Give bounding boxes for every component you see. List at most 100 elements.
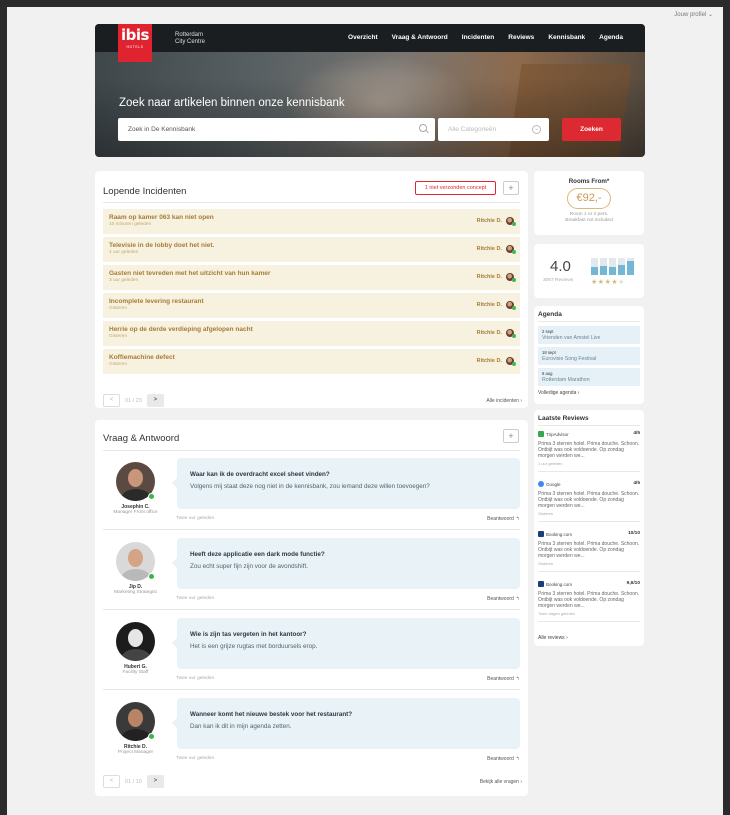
- avatar: [506, 273, 516, 282]
- rating-bar: [600, 258, 607, 275]
- next-page-button[interactable]: >: [146, 775, 164, 788]
- nav-agenda[interactable]: Agenda: [599, 34, 623, 41]
- avatar: [116, 622, 155, 661]
- next-page-button[interactable]: >: [146, 394, 164, 407]
- reviews-card: Laatste Reviews TripAdvisor 4/5 Prima 3 …: [534, 410, 644, 646]
- nav-kennisbank[interactable]: Kennisbank: [548, 34, 585, 41]
- question-bubble[interactable]: Heeft deze applicatie een dark mode func…: [172, 538, 520, 589]
- avatar: [506, 301, 516, 310]
- agenda-card: Agenda 2 sept Vrienden van Amstel Live 1…: [534, 306, 644, 404]
- nav-overzicht[interactable]: Overzicht: [348, 34, 378, 41]
- divider: [538, 425, 640, 426]
- online-status-dot: [148, 573, 155, 580]
- review-count: 3067 Reviews: [543, 278, 574, 283]
- review-item[interactable]: Booking.com 9,6/10 Prima 3 sterren hotel…: [538, 581, 640, 622]
- divider: [103, 202, 520, 203]
- avatar: [506, 245, 516, 254]
- booking-icon: [538, 581, 544, 587]
- reply-icon: ↰: [515, 516, 520, 522]
- app-frame: Jouw profiel ⌄ ibis HOTELS Rotterdam Cit…: [7, 7, 723, 815]
- room-price: €92,-: [567, 188, 611, 209]
- question-bubble[interactable]: Waar kan ik de overdracht excel sheet vi…: [172, 458, 520, 509]
- ibis-logo[interactable]: ibis HOTELS: [118, 24, 152, 62]
- review-item[interactable]: TripAdvisor 4/5 Prima 3 sterren hotel. P…: [538, 431, 640, 472]
- avatar: [506, 357, 516, 366]
- qa-title: Vraag & Antwoord: [103, 433, 180, 444]
- question-item: Ritchie D. Project Manager Wanneer komt …: [95, 696, 528, 776]
- nav-incidenten[interactable]: Incidenten: [462, 34, 495, 41]
- search-button[interactable]: Zoeken: [562, 118, 621, 141]
- full-agenda-link[interactable]: Volledige agenda ›: [538, 390, 579, 396]
- chevron-down-icon: ⌄: [532, 125, 541, 134]
- star-icon: ★: [597, 279, 605, 286]
- divider: [538, 570, 640, 572]
- question-item: Jip D. Marketing Strategist Heeft deze a…: [95, 536, 528, 616]
- star-icon: ★: [618, 279, 625, 286]
- hotel-name: Rotterdam City Centre: [175, 32, 206, 45]
- incidents-title: Lopende Incidenten: [103, 186, 187, 197]
- divider: [538, 520, 640, 522]
- question-bubble[interactable]: Wanneer komt het nieuwe bestek voor het …: [172, 698, 520, 749]
- divider: [538, 620, 640, 622]
- add-incident-button[interactable]: +: [503, 181, 519, 195]
- all-reviews-link[interactable]: Alle reviews ›: [538, 635, 568, 641]
- reply-icon: ↰: [515, 596, 520, 602]
- qa-pager: < 01 / 10 >: [103, 775, 164, 788]
- hero-banner: ibis HOTELS Rotterdam City Centre Overzi…: [95, 24, 645, 157]
- review-item[interactable]: Google 4/5 Prima 3 sterren hotel. Prima …: [538, 481, 640, 522]
- search-icon: [419, 124, 427, 132]
- question-bubble[interactable]: Wie is zijn tas vergeten in het kantoor?…: [172, 618, 520, 669]
- add-question-button[interactable]: +: [503, 429, 519, 443]
- incident-item[interactable]: Koffiemachine defect Gisteren Ritchie D.: [103, 349, 520, 374]
- profile-link[interactable]: Jouw profiel ⌄: [674, 11, 713, 18]
- chevron-down-icon: ⌄: [707, 12, 713, 18]
- divider: [103, 450, 520, 451]
- answer-button[interactable]: Beantwoord ↰: [487, 756, 520, 762]
- all-incidents-link[interactable]: Alle incidenten ›: [486, 398, 522, 404]
- reply-icon: ↰: [515, 676, 520, 682]
- rating-bar: [591, 258, 598, 275]
- draft-concept-button[interactable]: 1 niet verzonden concept: [415, 181, 496, 195]
- reply-icon: ↰: [515, 756, 520, 762]
- agenda-item[interactable]: 2 sept Vrienden van Amstel Live: [538, 326, 640, 344]
- question-item: Hubert G. Facility Staff Wie is zijn tas…: [95, 616, 528, 696]
- agenda-item[interactable]: 6 aug Rotterdam Marathon: [538, 368, 640, 386]
- google-icon: [538, 481, 544, 487]
- divider: [538, 321, 640, 322]
- prev-page-button[interactable]: <: [103, 775, 120, 788]
- incident-item[interactable]: Televisie in de lobby doet het niet. 1 u…: [103, 237, 520, 262]
- question-item: Josephin C. Manager Front office Waar ka…: [95, 456, 528, 536]
- incident-item[interactable]: Incomplete levering restaurant Gisteren …: [103, 293, 520, 318]
- rating-card[interactable]: 4.0 3067 Reviews ★★★★★: [534, 244, 644, 298]
- category-select[interactable]: Alle Categorieën ⌄: [438, 118, 549, 141]
- rating-score: 4.0: [550, 258, 571, 275]
- rating-bar: [627, 258, 634, 275]
- incident-item[interactable]: Gasten niet tevreden met het uitzicht va…: [103, 265, 520, 290]
- avatar: [506, 329, 516, 338]
- rooms-card: Rooms From* €92,- Room 1 or 2 pers. Break…: [534, 171, 644, 235]
- review-item[interactable]: Booking.com 10/10 Prima 3 sterren hotel.…: [538, 531, 640, 572]
- divider: [103, 609, 520, 610]
- answer-button[interactable]: Beantwoord ↰: [487, 676, 520, 682]
- tripadvisor-icon: [538, 431, 544, 437]
- search-input[interactable]: Zoek in De Kennisbank: [118, 118, 435, 141]
- incidents-card: Lopende Incidenten 1 niet verzonden conc…: [95, 171, 528, 408]
- nav-reviews[interactable]: Reviews: [508, 34, 534, 41]
- page-indicator: 01 / 23: [125, 397, 142, 404]
- main-nav: Overzicht Vraag & Antwoord Incidenten Re…: [348, 34, 623, 41]
- qa-card: Vraag & Antwoord + Josephin C. Manager F…: [95, 420, 528, 796]
- hero-title: Zoek naar artikelen binnen onze kennisba…: [119, 97, 345, 109]
- nav-vraag-antwoord[interactable]: Vraag & Antwoord: [392, 34, 448, 41]
- page-indicator: 01 / 10: [125, 778, 142, 785]
- prev-page-button[interactable]: <: [103, 394, 120, 407]
- star-rating: ★★★★★: [591, 278, 625, 286]
- incident-item[interactable]: Raam op kamer 063 kan niet open 10 minut…: [103, 209, 520, 234]
- star-icon: ★: [591, 279, 598, 286]
- incident-item[interactable]: Herrie op de derde verdieping afgelopen …: [103, 321, 520, 346]
- all-questions-link[interactable]: Bekijk alle vragen ›: [480, 779, 522, 785]
- answer-button[interactable]: Beantwoord ↰: [487, 516, 520, 522]
- agenda-item[interactable]: 18 sept Eurovisie Song Festival: [538, 347, 640, 365]
- divider: [103, 689, 520, 690]
- online-status-dot: [148, 493, 155, 500]
- answer-button[interactable]: Beantwoord ↰: [487, 596, 520, 602]
